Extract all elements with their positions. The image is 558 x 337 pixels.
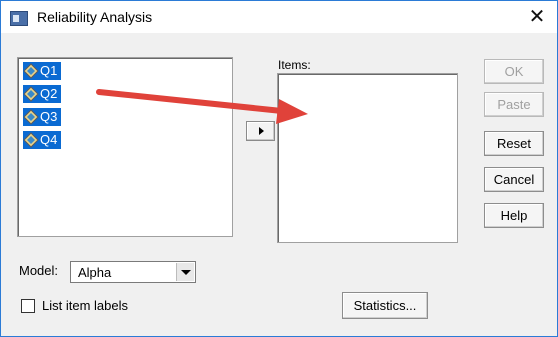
ok-button[interactable]: OK (484, 59, 544, 84)
variable-label: Q3 (40, 109, 58, 124)
list-item[interactable]: Q3 (23, 108, 62, 126)
scale-variable-icon (23, 132, 39, 148)
statistics-button[interactable]: Statistics... (342, 292, 428, 319)
list-item[interactable]: Q1 (23, 62, 62, 80)
list-item[interactable]: Q4 (23, 131, 62, 149)
model-label: Model: (19, 263, 59, 278)
variable-label: Q1 (40, 63, 58, 78)
spss-dialog-icon (10, 11, 28, 26)
reset-button[interactable]: Reset (484, 131, 544, 156)
source-variable-list[interactable]: Q1 Q2 Q3 Q4 (17, 57, 233, 237)
items-label: Items: (278, 58, 311, 72)
title-bar: Reliability Analysis ✕ (1, 1, 557, 33)
list-item[interactable]: Q2 (23, 85, 62, 103)
list-item-labels-label: List item labels (42, 298, 128, 313)
model-selected-value: Alpha (78, 265, 112, 280)
model-dropdown[interactable]: Alpha (70, 261, 196, 283)
help-button[interactable]: Help (484, 203, 544, 228)
scale-variable-icon (23, 86, 39, 102)
list-item-labels-checkbox[interactable] (21, 299, 35, 313)
items-list[interactable] (277, 73, 458, 243)
paste-button[interactable]: Paste (484, 92, 544, 117)
move-to-items-button[interactable] (246, 121, 275, 141)
close-button[interactable]: ✕ (525, 5, 549, 29)
scale-variable-icon (23, 63, 39, 79)
variable-label: Q4 (40, 132, 58, 147)
scale-variable-icon (23, 109, 39, 125)
chevron-down-icon[interactable] (176, 263, 194, 281)
variable-label: Q2 (40, 86, 58, 101)
reliability-analysis-dialog: Reliability Analysis ✕ Q1 Q2 Q3 Q4 Items… (0, 0, 558, 337)
window-title: Reliability Analysis (37, 9, 153, 25)
cancel-button[interactable]: Cancel (484, 167, 544, 192)
